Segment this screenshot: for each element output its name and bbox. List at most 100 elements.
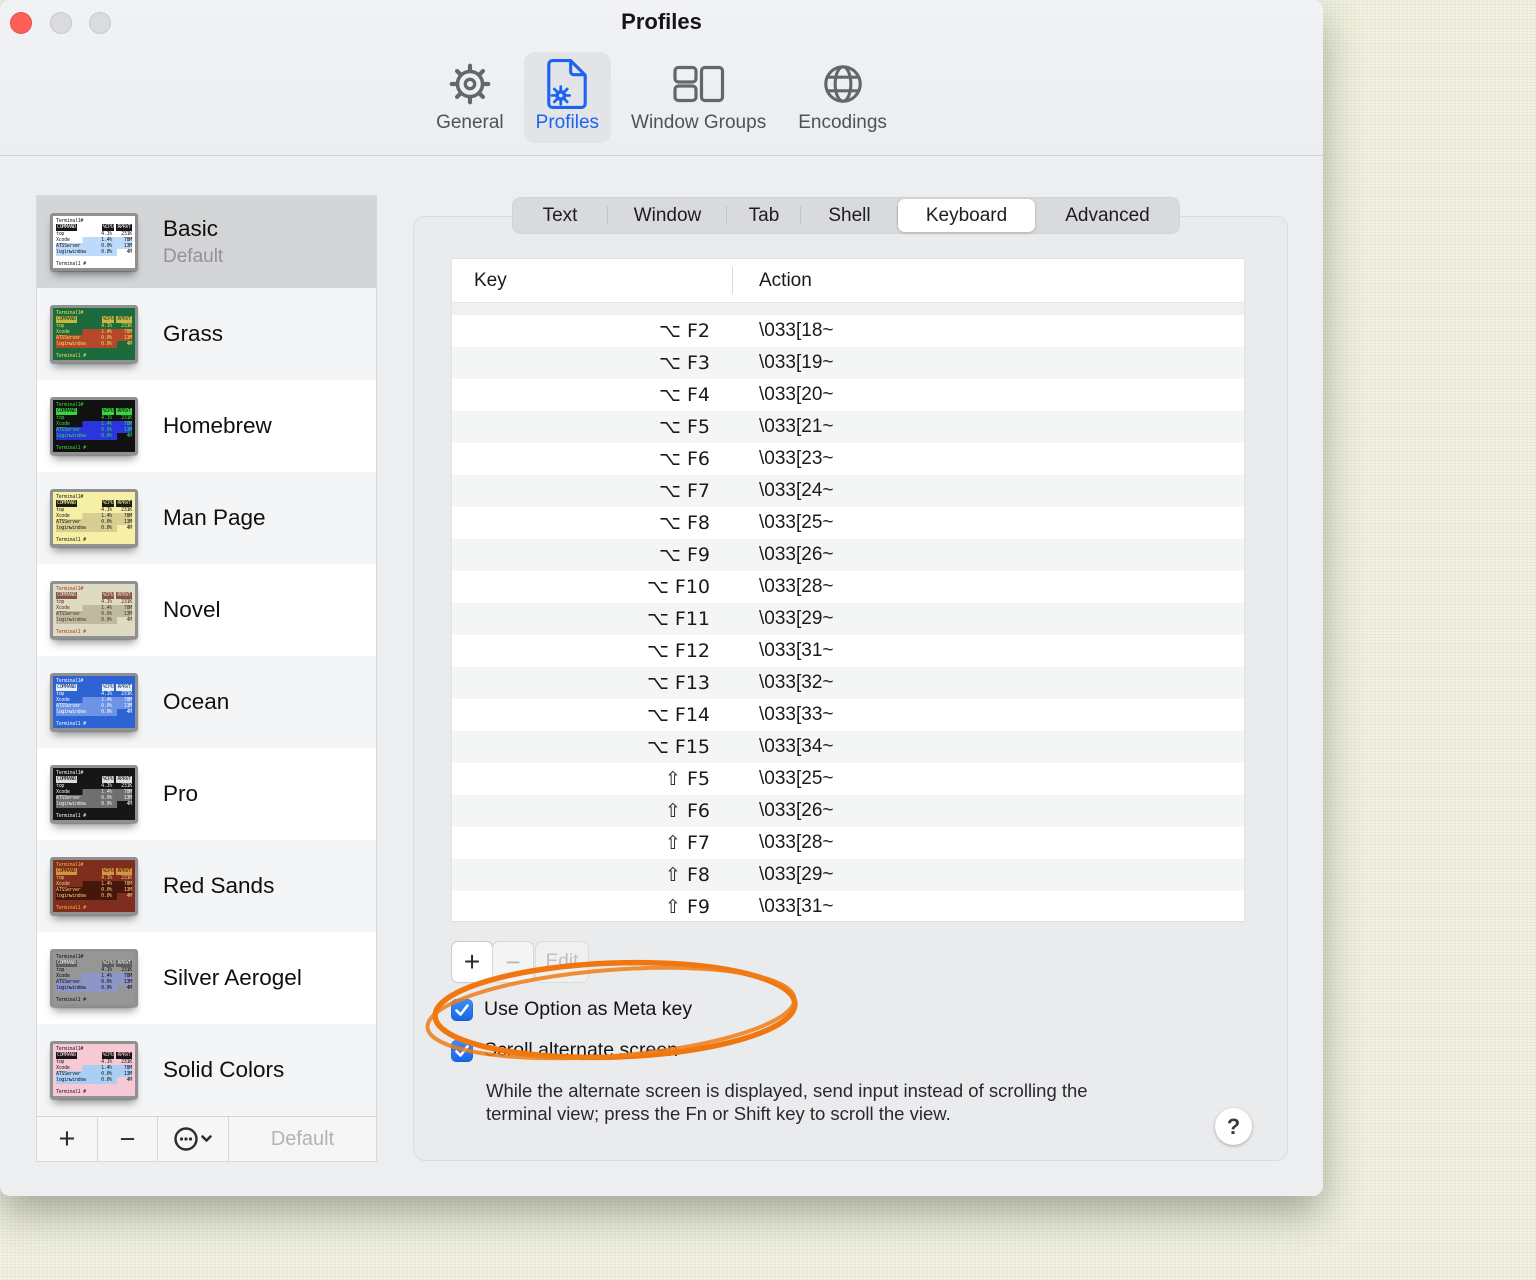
action-cell: \033[28~: [759, 576, 834, 597]
scroll-alternate-checkbox-row: Scroll alternate screen: [451, 1039, 678, 1062]
toolbar-item-encodings[interactable]: Encodings: [786, 52, 899, 143]
profile-thumbnail: Terminal1# COMMAND %CPU RPRVT top 4.1% 231K Xco…: [50, 673, 138, 731]
remove-key-button: −: [492, 941, 534, 983]
add-profile-button[interactable]: +: [37, 1117, 98, 1161]
sidebar-item-novel[interactable]: Terminal1# COMMAND %CPU RPRVT top 4.1% 231K Xco…: [37, 564, 376, 656]
toolbar-item-profiles[interactable]: Profiles: [523, 52, 612, 143]
help-button[interactable]: ?: [1215, 1108, 1252, 1145]
action-cell: \033[26~: [759, 800, 834, 821]
table-row[interactable]: ⇧ F8 \033[29~: [452, 859, 1244, 891]
key-cell: ⇧ F5: [665, 768, 710, 790]
window-title: Profiles: [621, 9, 702, 34]
sidebar-item-man-page[interactable]: Terminal1# COMMAND %CPU RPRVT top 4.1% 231K Xco…: [37, 472, 376, 564]
table-row[interactable]: ⌥ F12 \033[31~: [452, 635, 1244, 667]
table-row[interactable]: ⌥ F9 \033[26~: [452, 539, 1244, 571]
profile-name: Grass: [163, 321, 224, 346]
tab-shell[interactable]: Shell: [801, 197, 898, 234]
table-body: ⌥ F2 \033[18~ ⌥ F3 \033[19~ ⌥ F4 \033[20~ ⌥ F5…: [452, 315, 1244, 923]
key-cell: ⌥ F5: [659, 416, 710, 438]
profile-thumbnail: Terminal1# COMMAND %CPU RPRVT top 4.1% 231K Xco…: [50, 857, 138, 915]
profile-list: Terminal1# COMMAND %CPU RPRVT top 4.1% 231K Xco…: [37, 196, 376, 1116]
table-row[interactable]: ⇧ F7 \033[28~: [452, 827, 1244, 859]
key-cell: ⌥ F10: [646, 576, 710, 598]
option-meta-checkbox[interactable]: [451, 998, 473, 1021]
add-key-button[interactable]: +: [451, 941, 493, 983]
table-row[interactable]: ⌥ F15 \033[34~: [452, 731, 1244, 763]
remove-profile-button[interactable]: −: [98, 1117, 158, 1161]
action-cell: \033[34~: [759, 736, 834, 757]
sidebar-footer: + − Default: [37, 1116, 376, 1161]
profile-name: Man Page: [163, 505, 266, 530]
sidebar-item-ocean[interactable]: Terminal1# COMMAND %CPU RPRVT top 4.1% 231K Xco…: [37, 656, 376, 748]
globe-icon: [819, 57, 867, 111]
table-row[interactable]: ⌥ F2 \033[18~: [452, 315, 1244, 347]
profile-thumbnail: Terminal1# COMMAND %CPU RPRVT top 4.1% 231K Xco…: [50, 305, 138, 363]
profile-thumbnail: Terminal1# COMMAND %CPU RPRVT top 4.1% 231K Xco…: [50, 949, 138, 1007]
toolbar-item-window-groups[interactable]: Window Groups: [619, 52, 778, 143]
tab-keyboard[interactable]: Keyboard: [898, 199, 1035, 232]
key-table: Key Action ⌥ F2 \033[18~ ⌥ F3 \033[19~ ⌥ F4 \…: [451, 258, 1245, 922]
key-cell: ⌥ F12: [646, 640, 710, 662]
chevron-down-icon: [201, 1135, 212, 1142]
default-button: Default: [270, 1127, 335, 1150]
table-row[interactable]: ⌥ F5 \033[21~: [452, 411, 1244, 443]
action-cell: \033[28~: [759, 832, 834, 853]
profile-name: Novel: [163, 597, 221, 622]
tab-advanced[interactable]: Advanced: [1035, 197, 1180, 234]
table-row[interactable]: ⌥ F8 \033[25~: [452, 507, 1244, 539]
action-cell: \033[29~: [759, 864, 834, 885]
profile-name: Basic: [163, 216, 219, 241]
table-row[interactable]: ⌥ F14 \033[33~: [452, 699, 1244, 731]
key-cell: ⌥ F3: [659, 352, 710, 374]
sidebar-item-silver-aerogel[interactable]: Terminal1# COMMAND %CPU RPRVT top 4.1% 231K Xco…: [37, 932, 376, 1024]
sidebar-item-pro[interactable]: Terminal1# COMMAND %CPU RPRVT top 4.1% 231K Xco…: [37, 748, 376, 840]
table-row[interactable]: ⇧ F9 \033[31~: [452, 891, 1244, 923]
profile-thumbnail: Terminal1# COMMAND %CPU RPRVT top 4.1% 231K Xco…: [50, 489, 138, 547]
profile-name: Silver Aerogel: [163, 965, 302, 990]
more-options-button[interactable]: [158, 1117, 229, 1161]
sidebar-item-homebrew[interactable]: Terminal1# COMMAND %CPU RPRVT top 4.1% 231K Xco…: [37, 380, 376, 472]
desktop-background: { "window": { "title": "Profiles" }, "to…: [0, 0, 1536, 1280]
table-row[interactable]: ⌥ F6 \033[23~: [452, 443, 1244, 475]
key-cell: ⌥ F7: [659, 480, 710, 502]
toolbar: Profiles General Profiles Window Groups …: [0, 0, 1323, 156]
table-row[interactable]: ⌥ F7 \033[24~: [452, 475, 1244, 507]
key-cell: ⇧ F9: [665, 896, 710, 918]
checkbox-check-icon: [455, 1003, 469, 1016]
table-row[interactable]: ⌥ F13 \033[32~: [452, 667, 1244, 699]
tab-text[interactable]: Text: [512, 197, 608, 234]
key-cell: ⌥ F9: [659, 544, 710, 566]
sidebar-item-basic[interactable]: Terminal1# COMMAND %CPU RPRVT top 4.1% 231K Xco…: [37, 196, 376, 288]
table-row[interactable]: ⇧ F5 \033[25~: [452, 763, 1244, 795]
action-cell: \033[25~: [759, 768, 834, 789]
option-meta-label: Use Option as Meta key: [484, 998, 693, 1020]
table-row[interactable]: ⌥ F3 \033[19~: [452, 347, 1244, 379]
tab-tab[interactable]: Tab: [727, 197, 801, 234]
table-row[interactable]: ⌥ F11 \033[29~: [452, 603, 1244, 635]
column-divider: [732, 267, 733, 294]
profile-name: Solid Colors: [163, 1057, 285, 1082]
profile-name: Pro: [163, 781, 199, 806]
profile-document-icon: [546, 57, 588, 111]
toolbar-item-general[interactable]: General: [424, 52, 516, 143]
key-cell: ⇧ F8: [665, 864, 710, 886]
sidebar-item-solid-colors[interactable]: Terminal1# COMMAND %CPU RPRVT top 4.1% 231K Xco…: [37, 1024, 376, 1116]
table-header: Key Action: [452, 259, 1244, 303]
action-cell: \033[31~: [759, 640, 834, 661]
action-cell: \033[31~: [759, 896, 834, 917]
tab-window[interactable]: Window: [608, 197, 727, 234]
key-column-header: Key: [474, 269, 507, 291]
sidebar-item-grass[interactable]: Terminal1# COMMAND %CPU RPRVT top 4.1% 231K Xco…: [37, 288, 376, 380]
table-row[interactable]: ⌥ F10 \033[28~: [452, 571, 1244, 603]
toolbar-label-encodings: Encodings: [798, 112, 887, 133]
scroll-alternate-checkbox[interactable]: [451, 1039, 473, 1062]
sidebar-item-red-sands[interactable]: Terminal1# COMMAND %CPU RPRVT top 4.1% 231K Xco…: [37, 840, 376, 932]
action-cell: \033[25~: [759, 512, 834, 533]
table-row[interactable]: ⌥ F4 \033[20~: [452, 379, 1244, 411]
checkbox-check-icon: [455, 1044, 469, 1057]
table-row[interactable]: ⇧ F6 \033[26~: [452, 795, 1244, 827]
profile-name: Ocean: [163, 689, 230, 714]
action-cell: \033[24~: [759, 480, 834, 501]
edit-key-button: Edit: [535, 941, 589, 983]
partial-row: [452, 303, 1244, 315]
